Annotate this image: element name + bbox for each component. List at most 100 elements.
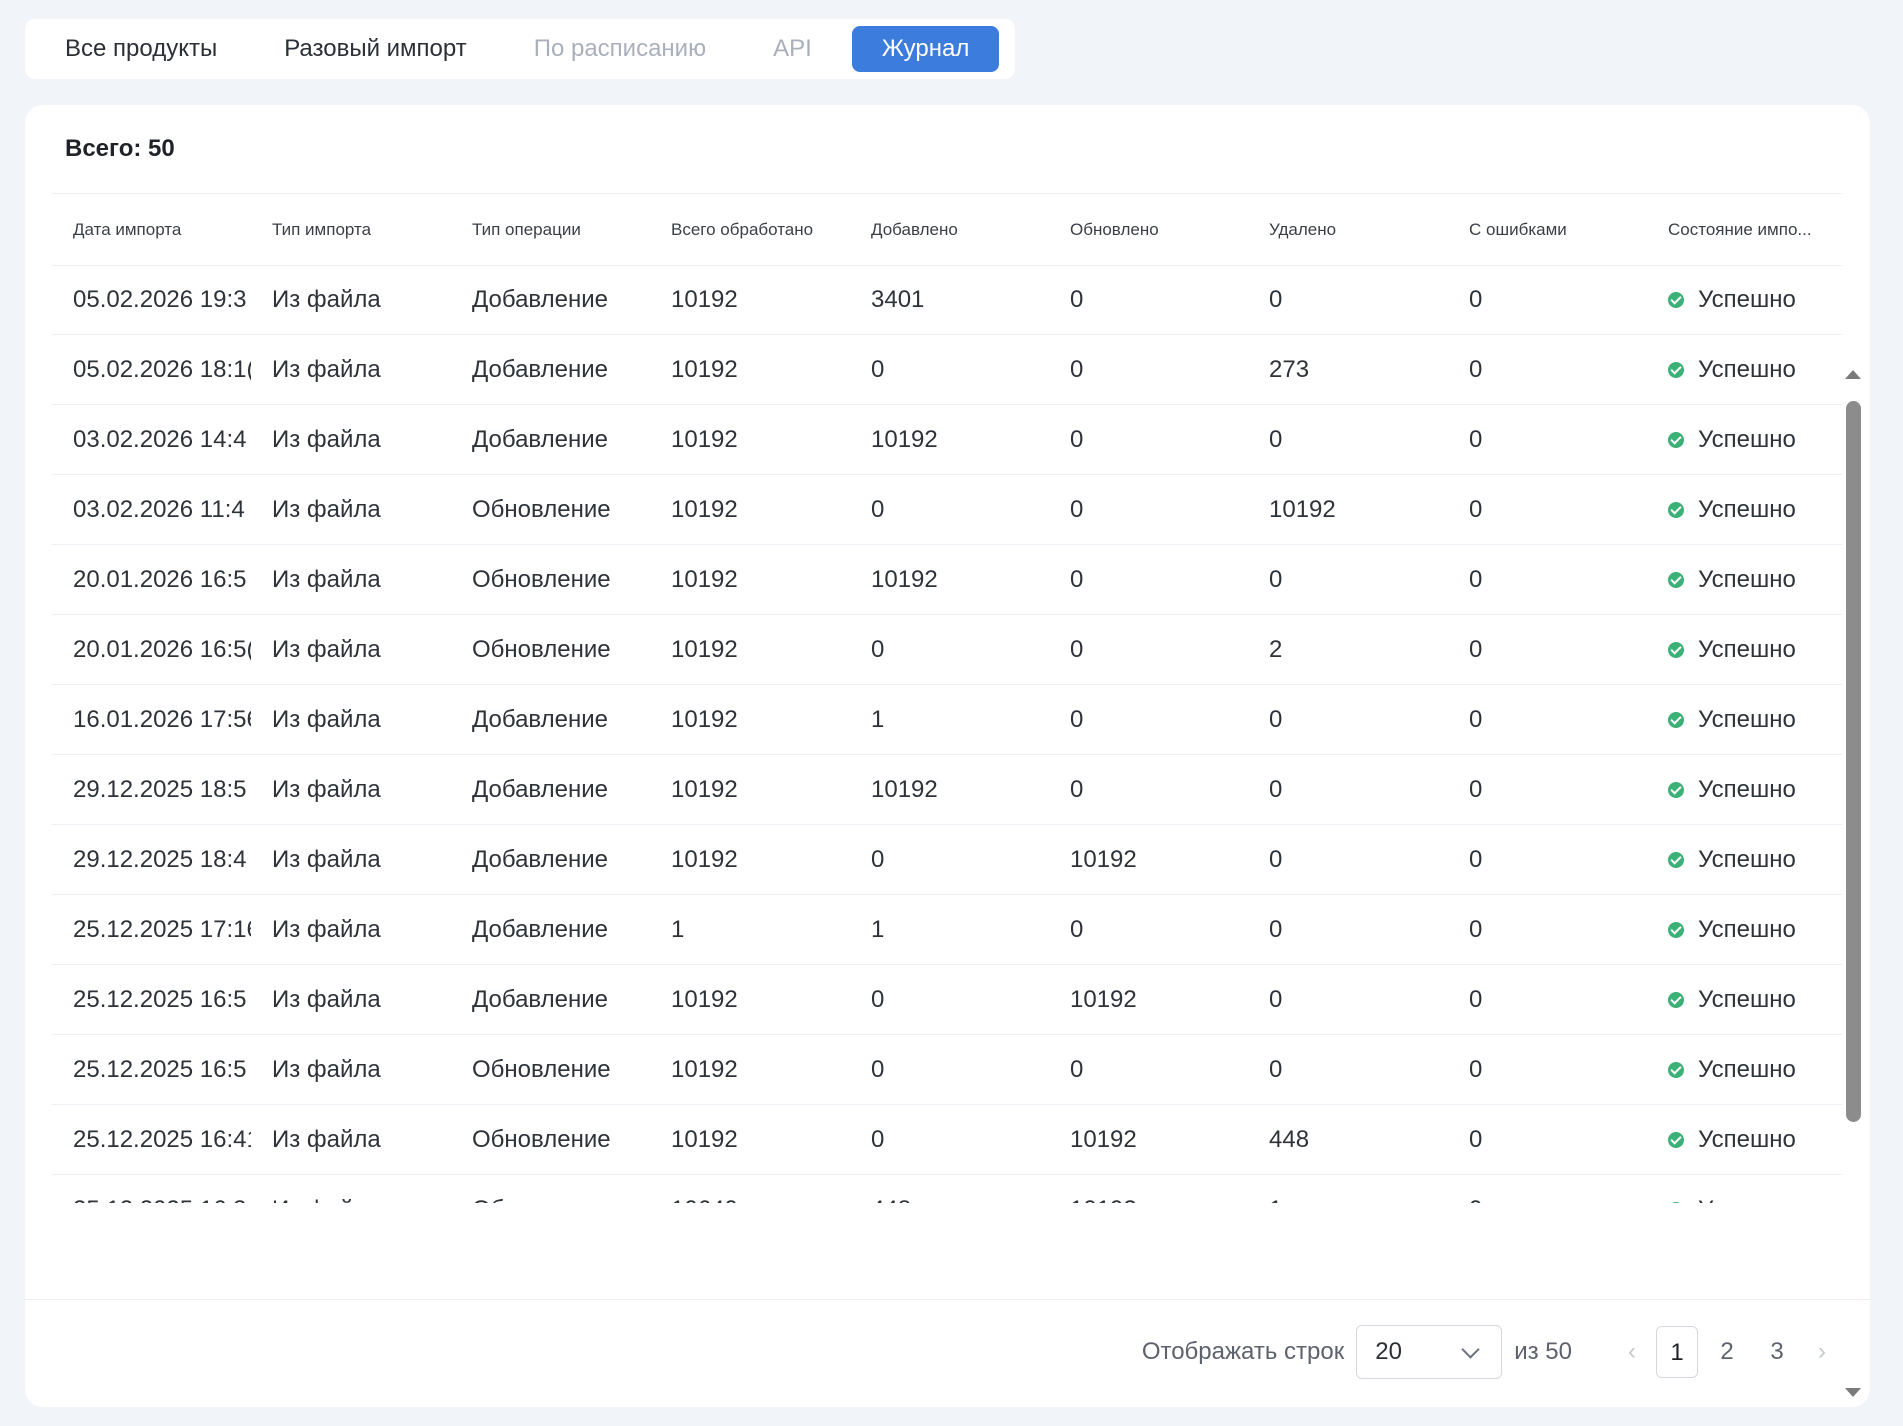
column-header-operation-type[interactable]: Тип операции (451, 220, 650, 240)
cell-import-type: Из файла (272, 565, 381, 593)
cell-added: 0 (871, 845, 885, 873)
success-check-icon (1668, 1201, 1684, 1203)
cell-operation-type: Обновление (472, 1055, 611, 1083)
rows-per-page-label: Отображать строк (1141, 1338, 1345, 1365)
rows-per-page-select[interactable]: 20 (1356, 1325, 1503, 1379)
column-header-import-type[interactable]: Тип импорта (251, 220, 451, 240)
tab-scheduled[interactable]: По расписанию (504, 26, 736, 72)
journal-card: Всего: 50 Дата импорта Тип импорта Тип о… (25, 105, 1870, 1407)
cell-date: 20.01.2026 16:5 (73, 565, 247, 593)
table-row[interactable]: 25.12.2025 16:5 Из файла Добавление 10192 0 1… (52, 965, 1842, 1035)
table-row[interactable]: 20.01.2026 16:5(Из файла Обновление 10192 0… (52, 615, 1842, 685)
cell-updated: 0 (1070, 285, 1084, 313)
cell-total-processed: 1 (671, 915, 685, 943)
success-check-icon (1668, 781, 1684, 798)
cell-updated: 10192 (1070, 845, 1137, 873)
cell-updated: 0 (1070, 705, 1084, 733)
column-header-total-processed[interactable]: Всего обработано (650, 220, 850, 240)
cell-import-type: Из файла (272, 845, 381, 873)
status-text: Успешно (1698, 635, 1796, 663)
success-check-icon (1668, 1131, 1684, 1148)
status-text: Успешно (1698, 705, 1796, 733)
cell-status: Успешно (1647, 986, 1842, 1014)
cell-status: Успешно (1647, 566, 1842, 594)
cell-date: 05.02.2026 18:1( (73, 355, 251, 383)
cell-errors: 0 (1469, 985, 1483, 1013)
column-header-added[interactable]: Добавлено (850, 220, 1049, 240)
cell-updated: 0 (1070, 915, 1084, 943)
chevron-down-icon (1461, 1339, 1480, 1359)
cell-operation-type: Добавление (472, 705, 608, 733)
cell-date: 16.01.2026 17:56 (73, 705, 251, 733)
column-header-date[interactable]: Дата импорта (52, 220, 251, 240)
page-3-button[interactable]: 3 (1756, 1326, 1798, 1378)
tab-api[interactable]: API (743, 26, 842, 72)
cell-status: Успешно (1647, 636, 1842, 664)
column-header-deleted[interactable]: Удалено (1248, 220, 1448, 240)
scroll-down-arrow-icon[interactable] (1845, 1388, 1861, 1397)
cell-import-type: Из файла (251, 1196, 451, 1204)
cell-total-processed: 10192 (671, 285, 738, 313)
table-row[interactable]: 05.02.2026 18:1(Из файла Добавление 10192 0… (52, 335, 1842, 405)
tab-journal[interactable]: Журнал (851, 26, 1000, 72)
status-text: Успешно (1698, 985, 1796, 1013)
cell-updated: 0 (1070, 1055, 1084, 1083)
table-row[interactable]: 03.02.2026 11:4 Из файла Обновление 10192 0 0… (52, 475, 1842, 545)
cell-import-type: Из файла (272, 1125, 381, 1153)
page-2-button[interactable]: 2 (1706, 1326, 1748, 1378)
table-row[interactable]: 16.01.2026 17:56 Из файла Добавление 10192 1… (52, 685, 1842, 755)
rows-per-page-value: 20 (1375, 1338, 1402, 1365)
scroll-up-arrow-icon[interactable] (1845, 370, 1861, 379)
cell-errors: 0 (1448, 1196, 1647, 1204)
status-text: Успешно (1698, 1055, 1796, 1083)
footer-divider (25, 1299, 1870, 1300)
table-scrollbar[interactable] (1843, 370, 1863, 1397)
cell-added: 10192 (871, 565, 938, 593)
column-header-updated[interactable]: Обновлено (1049, 220, 1248, 240)
column-header-errors[interactable]: С ошибками (1448, 220, 1647, 240)
cell-deleted: 0 (1269, 425, 1283, 453)
cell-total-processed: 10192 (671, 705, 738, 733)
cell-deleted: 2 (1269, 635, 1283, 663)
cell-date: 25.12.2025 16:5 (73, 1055, 247, 1083)
cell-operation-type: Добавление (472, 355, 608, 383)
cell-operation-type: Добавление (472, 845, 608, 873)
cell-deleted: 0 (1269, 775, 1283, 803)
cell-import-type: Из файла (272, 285, 381, 313)
cell-operation-type: Добавление (472, 915, 608, 943)
next-page-icon[interactable]: › (1802, 1338, 1842, 1366)
cell-date: 29.12.2025 18:4 (73, 845, 247, 873)
cell-operation-type: Добавление (472, 285, 608, 313)
cell-operation-type: Обновление (472, 635, 611, 663)
cell-total-processed: 10192 (671, 495, 738, 523)
cell-status: Успешно (1647, 426, 1842, 454)
cell-errors: 0 (1469, 495, 1483, 523)
scroll-thumb[interactable] (1846, 401, 1861, 1122)
table-row[interactable]: 25.12.2025 16:5 Из файла Обновление 10192 0 0… (52, 1035, 1842, 1105)
table-row[interactable]: 29.12.2025 18:4 Из файла Добавление 10192 0 1… (52, 825, 1842, 895)
prev-page-icon[interactable]: ‹ (1612, 1338, 1652, 1366)
status-text: Успешно (1698, 355, 1796, 383)
table-row[interactable]: 25.12.2025 16:41 Из файла Обновление 10192 0… (52, 1105, 1842, 1175)
table-row[interactable]: 29.12.2025 18:5 Из файла Добавление 10192 10… (52, 755, 1842, 825)
table-header: Дата импорта Тип импорта Тип операции Вс… (52, 193, 1842, 266)
table-row[interactable]: 03.02.2026 14:4 Из файла Добавление 10192 10… (52, 405, 1842, 475)
table-row[interactable]: 20.01.2026 16:5 Из файла Обновление 10192 10… (52, 545, 1842, 615)
table-row[interactable]: 25.12.2025 17:16 Из файла Добавление 1 1 0 0 0 У… (52, 895, 1842, 965)
cell-updated: 0 (1070, 565, 1084, 593)
cell-total-processed: 10192 (671, 355, 738, 383)
cell-updated: 10192 (1049, 1196, 1248, 1204)
cell-import-type: Из файла (272, 425, 381, 453)
table-row[interactable]: 25.12.2025 16:3Из файлаОбновление1064044… (52, 1175, 1842, 1203)
cell-errors: 0 (1469, 845, 1483, 873)
total-of-label: из 50 (1514, 1338, 1572, 1365)
page-1-button[interactable]: 1 (1656, 1326, 1698, 1378)
table-row[interactable]: 05.02.2026 19:3 Из файла Добавление 10192 34… (52, 265, 1842, 335)
cell-operation-type: Добавление (472, 425, 608, 453)
status-text: Успешно (1698, 285, 1796, 313)
tab-one-time-import[interactable]: Разовый импорт (254, 26, 497, 72)
success-check-icon (1668, 501, 1684, 518)
tab-all-products[interactable]: Все продукты (35, 26, 247, 72)
status-text: Успешно (1698, 1125, 1796, 1153)
column-header-status[interactable]: Состояние импо... (1647, 220, 1842, 240)
